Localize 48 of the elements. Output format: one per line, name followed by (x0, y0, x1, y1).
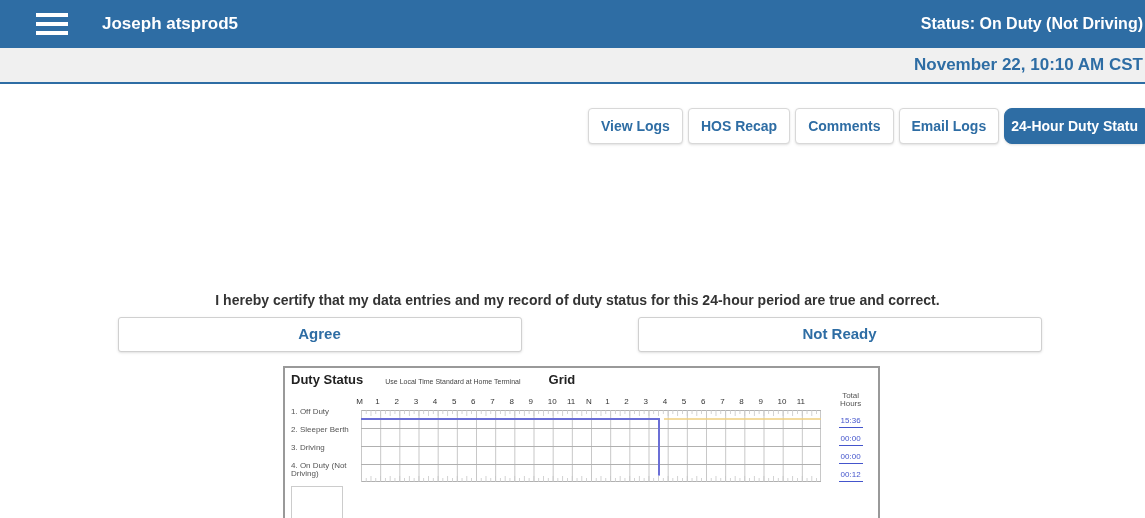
hour-label: 8 (509, 395, 515, 408)
hour-label: 1 (605, 395, 611, 408)
driver-name: Joseph atsprod5 (102, 13, 239, 36)
tab[interactable]: View Logs (587, 108, 683, 144)
row-label: 3. Driving (291, 443, 326, 454)
hour-label: 4 (662, 395, 669, 408)
hour-label: 3 (643, 395, 649, 408)
hour-label: 11 (796, 395, 807, 408)
hour-label: N (586, 395, 593, 408)
certify-button[interactable]: Agree (117, 317, 522, 352)
legend-box (291, 485, 343, 518)
menu-icon[interactable] (36, 13, 68, 35)
hour-label: 8 (739, 395, 745, 408)
date-time: November 22, 10:10 AM CST (914, 54, 1143, 77)
certification-statement: I hereby certify that my data entries and my record of duty status for this 24-hour period are true and correct. (214, 291, 941, 310)
row-label: 4. On Duty (Not Driving) (291, 461, 348, 480)
hour-label: M (356, 395, 364, 408)
hour-label: 7 (720, 395, 726, 408)
hour-label: 2 (394, 395, 400, 408)
certify-button[interactable]: Not Ready (637, 317, 1042, 352)
hour-label: 2 (624, 395, 630, 408)
hour-label: 5 (681, 395, 688, 408)
duty-status: Status: On Duty (Not Driving) (920, 14, 1143, 34)
hour-label: 3 (413, 395, 420, 408)
total-hours-heading: Total Hours (838, 391, 863, 408)
hour-label: 9 (528, 395, 534, 408)
row-label: 2. Sleeper Berth (291, 425, 350, 436)
row-total: 00:12 (838, 467, 863, 482)
tab[interactable]: HOS Recap (687, 108, 791, 144)
grid-title: Grid (548, 371, 576, 389)
hour-label: 10 (777, 395, 788, 408)
row-total: 00:00 (838, 431, 863, 446)
tab[interactable]: Comments (795, 108, 894, 144)
log-title: Duty Status (291, 371, 364, 389)
hour-label: 11 (566, 395, 577, 408)
row-total: 15:36 (838, 413, 863, 428)
row-total: 00:00 (838, 449, 863, 464)
hour-label: 6 (700, 395, 707, 408)
hour-label: 7 (490, 395, 496, 408)
tab[interactable]: Email Logs (898, 108, 1000, 144)
row-label: 1. Off Duty (291, 407, 331, 418)
hour-label: 4 (432, 395, 439, 408)
hour-label: 6 (471, 395, 477, 408)
hour-label: 5 (451, 395, 458, 408)
hour-label: 9 (758, 395, 764, 408)
hour-label: 1 (375, 395, 381, 408)
hour-label: 10 (547, 395, 558, 408)
tab[interactable]: 24-Hour Duty Statu (1004, 108, 1145, 144)
